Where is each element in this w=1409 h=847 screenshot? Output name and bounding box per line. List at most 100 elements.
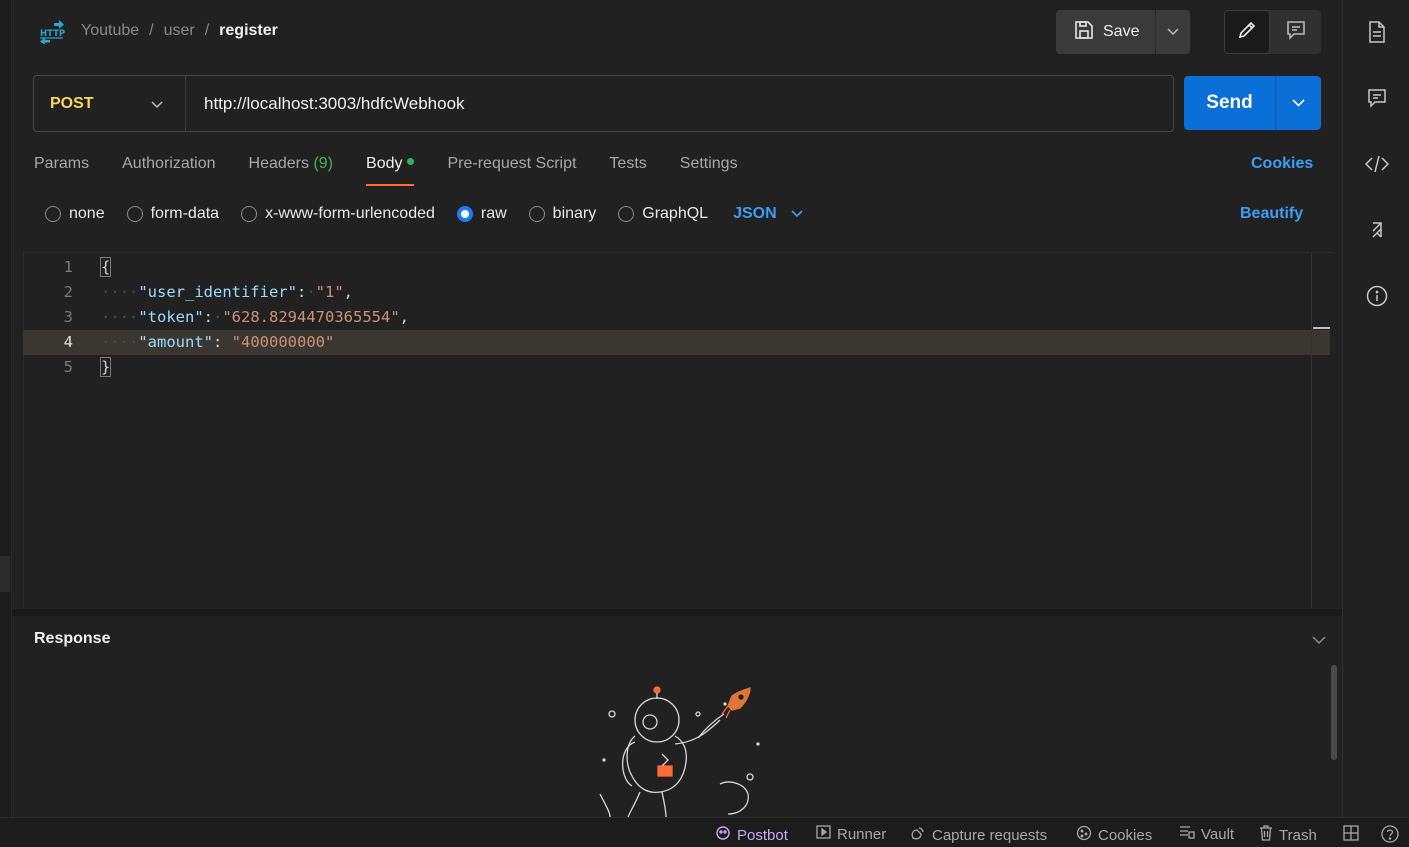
cookie-icon [1076, 825, 1092, 845]
code-line: 3 ····"token":·"628.8294470365554", [23, 305, 1330, 330]
line-number: 1 [63, 258, 73, 276]
response-title[interactable]: Response [34, 630, 110, 648]
code-text: ····"user_identifier":·"1", [101, 280, 353, 305]
trash-label: Trash [1279, 826, 1317, 844]
json-key: "token" [138, 308, 204, 326]
json-colon: : [212, 333, 223, 351]
code-text: ····"amount": "400000000" [101, 330, 334, 355]
whitespace-marker: ···· [101, 333, 139, 351]
two-pane-layout-icon [1343, 825, 1359, 845]
save-button-group: Save [1056, 10, 1190, 54]
cookies-link[interactable]: Cookies [1251, 155, 1313, 173]
body-type-label: form-data [150, 205, 220, 222]
http-request-icon: HTTP [39, 20, 65, 45]
chevron-down-icon [791, 205, 803, 223]
body-type-label: GraphQL [642, 205, 709, 222]
editor-scrollbar-track[interactable] [1311, 253, 1312, 608]
runner-label: Runner [837, 825, 887, 843]
tab-body[interactable]: Body [366, 152, 415, 186]
json-comma: , [399, 308, 409, 326]
whitespace-marker: · [213, 308, 223, 326]
chevron-down-icon [1292, 94, 1305, 112]
related-collections-icon[interactable] [1365, 218, 1389, 242]
right-sidebar [1342, 0, 1409, 817]
satellite-icon [910, 825, 926, 845]
capture-requests-button[interactable]: Capture requests [910, 825, 1047, 845]
tab-tests[interactable]: Tests [609, 152, 646, 186]
comment-icon [1286, 20, 1306, 45]
code-editor[interactable]: 1 { 2 ····"user_identifier":·"1", 3 ····… [23, 252, 1332, 608]
body-type-urlencoded[interactable]: x-www-form-urlencoded [241, 205, 435, 223]
comments-icon[interactable] [1365, 86, 1389, 110]
tab-pre-request-script[interactable]: Pre-request Script [447, 152, 576, 186]
body-type-selector: none form-data x-www-form-urlencoded raw… [45, 202, 803, 226]
breadcrumb-separator: / [204, 22, 210, 39]
left-sidebar-gutter [0, 0, 12, 817]
save-dropdown-button[interactable] [1156, 10, 1190, 54]
comment-mode-button[interactable] [1270, 10, 1321, 54]
breadcrumb-separator: / [149, 22, 154, 39]
request-header: HTTP Youtube / user / register Save [12, 0, 1342, 64]
breadcrumb-folder[interactable]: user [164, 22, 195, 40]
body-type-none[interactable]: none [45, 205, 105, 223]
whitespace-marker: ···· [101, 283, 139, 301]
whitespace-marker: · [306, 283, 316, 301]
line-number: 3 [63, 308, 73, 326]
tab-params[interactable]: Params [34, 152, 89, 186]
send-button-group: Send [1184, 76, 1321, 130]
radio-button [45, 206, 61, 222]
language-select[interactable]: JSON [733, 205, 803, 223]
astronaut-illustration [580, 684, 763, 818]
chevron-down-icon [1167, 23, 1179, 41]
body-type-graphql[interactable]: GraphQL [618, 205, 708, 223]
capture-requests-label: Capture requests [932, 826, 1048, 844]
help-button[interactable] [1381, 825, 1399, 847]
pane-splitter[interactable] [12, 609, 1342, 616]
chevron-down-icon[interactable] [1312, 632, 1326, 650]
radio-button [618, 206, 635, 222]
body-type-form-data[interactable]: form-data [126, 205, 220, 223]
edit-mode-button[interactable] [1224, 10, 1270, 54]
runner-button[interactable]: Runner [816, 825, 886, 843]
tab-headers[interactable]: Headers (9) [249, 152, 334, 186]
code-text: { [99, 255, 112, 280]
vault-icon [1179, 825, 1195, 843]
code-line-current: 4 ····"amount": "400000000" [23, 330, 1330, 355]
postbot-button[interactable]: Postbot [715, 825, 788, 845]
info-icon[interactable] [1365, 284, 1389, 308]
save-button[interactable]: Save [1056, 10, 1156, 54]
view-mode-toggle [1224, 10, 1321, 54]
request-panel: HTTP Youtube / user / register Save POST… [12, 0, 1342, 818]
tab-body-label: Body [366, 155, 403, 172]
radio-button [241, 206, 258, 222]
body-status-dot [407, 158, 415, 166]
tab-authorization[interactable]: Authorization [122, 152, 215, 186]
tab-headers-label: Headers [248, 155, 309, 172]
body-type-raw[interactable]: raw [456, 205, 507, 223]
breadcrumb-request-name[interactable]: register [219, 22, 278, 40]
json-colon: : [296, 283, 307, 301]
response-scrollbar[interactable] [1331, 665, 1337, 760]
send-button[interactable]: Send [1184, 76, 1276, 130]
breadcrumb: Youtube / user / register [81, 22, 278, 40]
json-key: "user_identifier" [138, 283, 297, 301]
radio-button [528, 206, 545, 222]
layout-toggle-button[interactable] [1343, 825, 1359, 845]
cookies-footer-button[interactable]: Cookies [1076, 825, 1152, 845]
method-select[interactable]: POST [34, 76, 186, 131]
url-bar: POST http://localhost:3003/hdfcWebhook [33, 75, 1174, 132]
sidebar-resize-handle[interactable] [0, 556, 10, 592]
beautify-button[interactable]: Beautify [1240, 205, 1303, 223]
vault-button[interactable]: Vault [1179, 825, 1234, 843]
body-type-binary[interactable]: binary [528, 205, 596, 223]
tab-settings[interactable]: Settings [680, 152, 738, 186]
url-input[interactable]: http://localhost:3003/hdfcWebhook [186, 94, 465, 114]
code-snippet-icon[interactable] [1365, 152, 1389, 176]
documentation-icon[interactable] [1365, 20, 1389, 44]
breadcrumb-collection[interactable]: Youtube [81, 22, 139, 40]
trash-button[interactable]: Trash [1259, 825, 1317, 845]
vault-label: Vault [1201, 825, 1235, 843]
code-line: 1 { [23, 255, 1330, 280]
json-brace: { [99, 257, 112, 277]
send-dropdown-button[interactable] [1276, 76, 1321, 130]
